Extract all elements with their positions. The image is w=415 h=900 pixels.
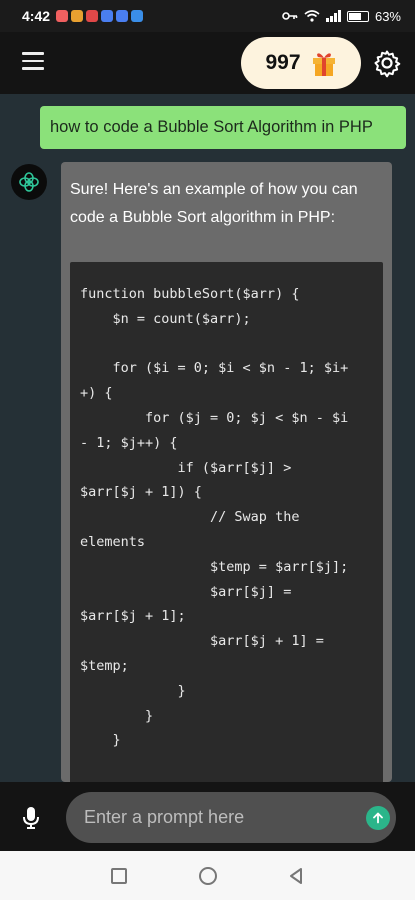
code-line: $n = count($arr);	[80, 310, 251, 327]
prompt-input[interactable]	[66, 792, 396, 843]
microphone-icon[interactable]	[22, 806, 40, 830]
status-bar: 4:42 63%	[0, 0, 415, 32]
hamburger-menu-icon[interactable]	[22, 52, 44, 70]
notification-icons	[56, 10, 144, 22]
user-message: how to code a Bubble Sort Algorithm in P…	[40, 106, 406, 149]
code-line: }	[80, 732, 121, 749]
notification-icon	[86, 10, 99, 22]
code-line: elements	[80, 533, 146, 550]
notification-icon	[131, 10, 144, 22]
battery-percent: 63%	[374, 8, 401, 24]
gear-icon[interactable]	[372, 48, 402, 78]
key-icon	[282, 12, 298, 20]
recents-button[interactable]	[111, 868, 127, 884]
notification-icon	[56, 10, 69, 22]
home-button[interactable]	[199, 867, 217, 885]
code-line: function bubbleSort($arr) {	[80, 286, 300, 302]
code-line: $arr[$j] =	[80, 583, 292, 600]
code-line: // Swap the	[80, 509, 300, 526]
code-line: }	[80, 682, 186, 699]
credits-button[interactable]: 997	[241, 37, 361, 89]
gift-icon	[312, 53, 335, 76]
input-bar	[0, 782, 415, 851]
wifi-icon	[304, 10, 320, 22]
credits-count: 997	[265, 51, 301, 74]
signal-icon	[325, 10, 341, 22]
status-indicators: 63%	[282, 9, 401, 24]
notification-icon	[116, 10, 129, 22]
code-line: for ($j = 0; $j < $n - $i	[80, 409, 349, 426]
back-button[interactable]	[287, 867, 305, 885]
code-line: $temp = $arr[$j];	[80, 558, 349, 575]
app-bar: 997	[0, 32, 415, 94]
arrow-up-icon	[373, 812, 383, 824]
code-line: if ($arr[$j] >	[80, 459, 292, 476]
send-button[interactable]	[366, 806, 390, 830]
notification-icon	[101, 10, 114, 22]
code-line: $arr[$j + 1]) {	[80, 484, 202, 501]
code-block: function bubbleSort($arr) { $n = count($…	[70, 262, 383, 782]
code-line: $arr[$j + 1] =	[80, 633, 324, 650]
avatar	[11, 164, 47, 200]
system-nav-bar	[0, 851, 415, 900]
code-line: for ($i = 0; $i < $n - 1; $i+	[80, 360, 349, 377]
code-line: +) {	[80, 385, 113, 402]
code-line: $temp;	[80, 657, 129, 674]
code-line: }	[80, 707, 154, 724]
code-line: $arr[$j + 1];	[80, 608, 186, 625]
chatbot-logo-icon	[19, 172, 39, 192]
bot-message: Sure! Here's an example of how you can c…	[61, 162, 392, 782]
notification-icon	[71, 10, 84, 22]
code-line: - 1; $j++) {	[80, 434, 178, 451]
battery-icon	[346, 10, 369, 22]
bot-intro-text: Sure! Here's an example of how you can c…	[70, 181, 358, 226]
status-time: 4:42	[22, 8, 51, 24]
